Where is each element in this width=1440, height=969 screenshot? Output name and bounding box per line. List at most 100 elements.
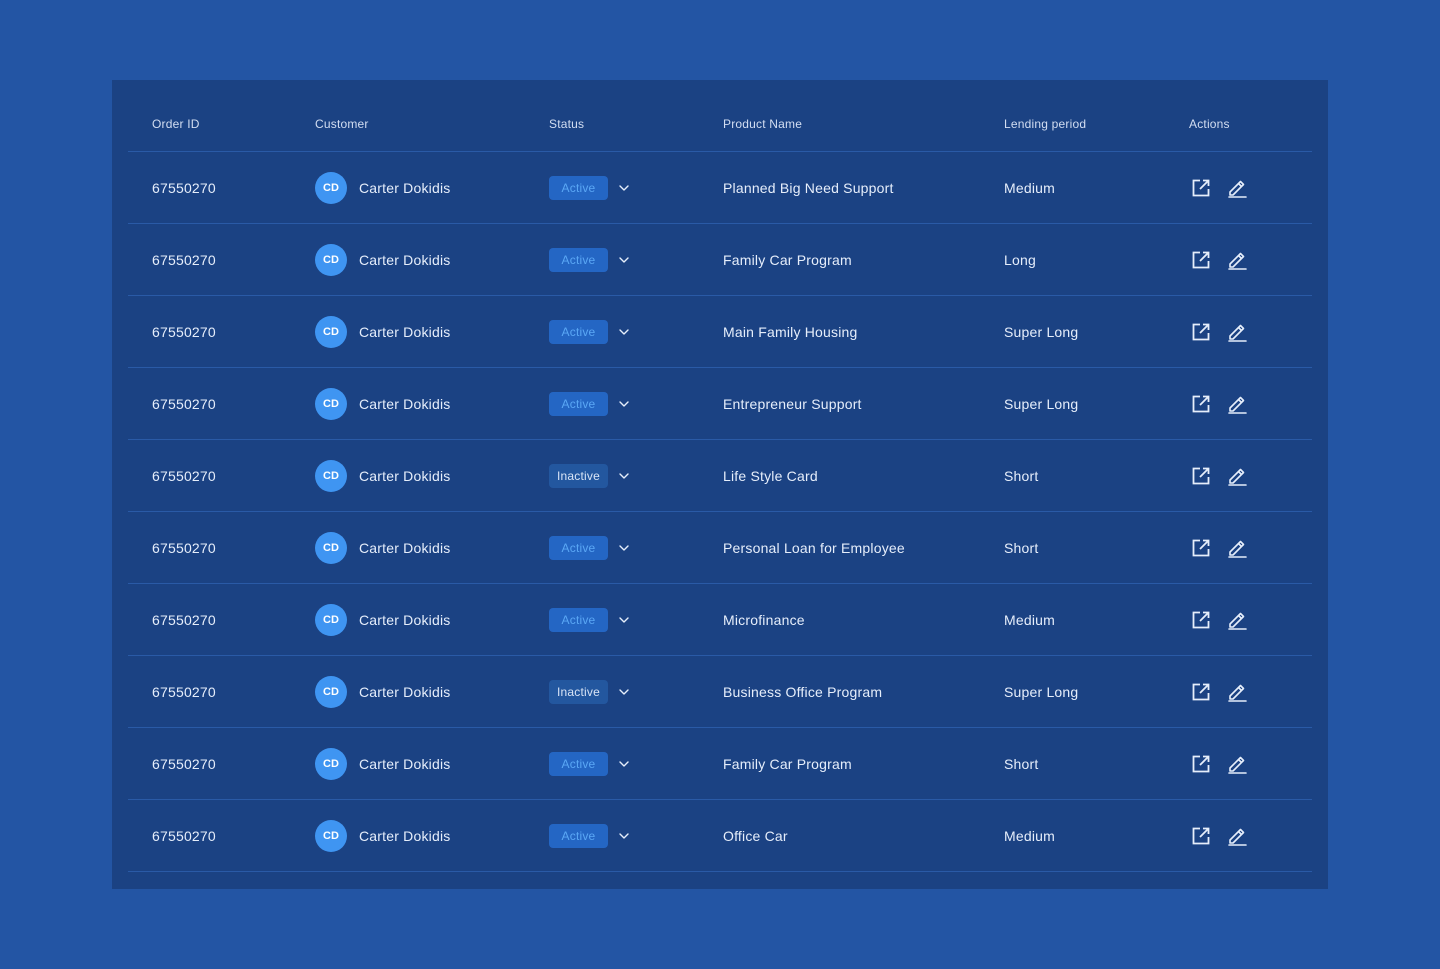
status-cell: Active	[549, 728, 630, 799]
chevron-down-icon[interactable]	[618, 398, 630, 410]
avatar: CD	[315, 459, 347, 492]
lending-period-cell: Medium	[1004, 827, 1055, 844]
customer-cell: CD Carter Dokidis	[315, 728, 451, 799]
orders-table-card: Order ID Customer Status Product Name Le…	[112, 80, 1328, 889]
status-cell: Active	[549, 368, 630, 439]
pencil-icon[interactable]	[1225, 608, 1249, 632]
pencil-icon[interactable]	[1225, 176, 1249, 200]
table-header-row: Order ID Customer Status Product Name Le…	[128, 80, 1312, 152]
avatar: CD	[315, 747, 347, 780]
product-name-cell: Office Car	[723, 827, 788, 844]
order-id-cell: 67550270	[152, 539, 216, 556]
avatar: CD	[315, 675, 347, 708]
external-link-icon[interactable]	[1189, 392, 1213, 416]
customer-cell: CD Carter Dokidis	[315, 224, 451, 295]
product-name-cell: Main Family Housing	[723, 323, 858, 340]
actions-cell	[1189, 296, 1249, 367]
pencil-icon[interactable]	[1225, 752, 1249, 776]
pencil-icon[interactable]	[1225, 536, 1249, 560]
customer-name: Carter Dokidis	[359, 179, 451, 196]
pencil-icon[interactable]	[1225, 464, 1249, 488]
header-order-id: Order ID	[152, 116, 200, 131]
order-id-cell: 67550270	[152, 827, 216, 844]
customer-name: Carter Dokidis	[359, 755, 451, 772]
chevron-down-icon[interactable]	[618, 182, 630, 194]
external-link-icon[interactable]	[1189, 752, 1213, 776]
customer-name: Carter Dokidis	[359, 467, 451, 484]
pencil-icon[interactable]	[1225, 320, 1249, 344]
table-row: 67550270 CD Carter Dokidis Active Family…	[128, 224, 1312, 296]
product-name-cell: Entrepreneur Support	[723, 395, 862, 412]
order-id-cell: 67550270	[152, 755, 216, 772]
order-id-cell: 67550270	[152, 323, 216, 340]
order-id-cell: 67550270	[152, 395, 216, 412]
actions-cell	[1189, 368, 1249, 439]
status-badge: Active	[549, 319, 608, 344]
customer-name: Carter Dokidis	[359, 539, 451, 556]
customer-name: Carter Dokidis	[359, 827, 451, 844]
chevron-down-icon[interactable]	[618, 614, 630, 626]
status-cell: Active	[549, 584, 630, 655]
chevron-down-icon[interactable]	[618, 686, 630, 698]
product-name-cell: Business Office Program	[723, 683, 883, 700]
avatar: CD	[315, 603, 347, 636]
table-body: 67550270 CD Carter Dokidis Active Planne…	[128, 152, 1312, 872]
pencil-icon[interactable]	[1225, 824, 1249, 848]
orders-table: Order ID Customer Status Product Name Le…	[128, 80, 1312, 872]
avatar: CD	[315, 531, 347, 564]
customer-name: Carter Dokidis	[359, 395, 451, 412]
lending-period-cell: Medium	[1004, 179, 1055, 196]
customer-cell: CD Carter Dokidis	[315, 296, 451, 367]
chevron-down-icon[interactable]	[618, 542, 630, 554]
external-link-icon[interactable]	[1189, 536, 1213, 560]
pencil-icon[interactable]	[1225, 392, 1249, 416]
avatar: CD	[315, 315, 347, 348]
pencil-icon[interactable]	[1225, 248, 1249, 272]
status-cell: Active	[549, 800, 630, 871]
customer-cell: CD Carter Dokidis	[315, 368, 451, 439]
customer-name: Carter Dokidis	[359, 251, 451, 268]
external-link-icon[interactable]	[1189, 680, 1213, 704]
actions-cell	[1189, 584, 1249, 655]
external-link-icon[interactable]	[1189, 320, 1213, 344]
lending-period-cell: Super Long	[1004, 395, 1079, 412]
table-row: 67550270 CD Carter Dokidis Active Office…	[128, 800, 1312, 872]
customer-cell: CD Carter Dokidis	[315, 584, 451, 655]
table-row: 67550270 CD Carter Dokidis Active Microf…	[128, 584, 1312, 656]
product-name-cell: Family Car Program	[723, 251, 852, 268]
table-row: 67550270 CD Carter Dokidis Active Person…	[128, 512, 1312, 584]
pencil-icon[interactable]	[1225, 680, 1249, 704]
external-link-icon[interactable]	[1189, 176, 1213, 200]
external-link-icon[interactable]	[1189, 824, 1213, 848]
table-row: 67550270 CD Carter Dokidis Active Entrep…	[128, 368, 1312, 440]
status-badge: Active	[549, 751, 608, 776]
status-cell: Inactive	[549, 656, 630, 727]
header-actions: Actions	[1189, 116, 1230, 131]
header-status: Status	[549, 116, 585, 131]
chevron-down-icon[interactable]	[618, 470, 630, 482]
customer-cell: CD Carter Dokidis	[315, 800, 451, 871]
product-name-cell: Planned Big Need Support	[723, 179, 894, 196]
status-badge: Inactive	[549, 463, 608, 488]
external-link-icon[interactable]	[1189, 608, 1213, 632]
header-customer: Customer	[315, 116, 369, 131]
chevron-down-icon[interactable]	[618, 758, 630, 770]
lending-period-cell: Super Long	[1004, 323, 1079, 340]
external-link-icon[interactable]	[1189, 464, 1213, 488]
chevron-down-icon[interactable]	[618, 326, 630, 338]
actions-cell	[1189, 152, 1249, 223]
table-row: 67550270 CD Carter Dokidis Inactive Life…	[128, 440, 1312, 512]
status-cell: Active	[549, 512, 630, 583]
table-row: 67550270 CD Carter Dokidis Active Main F…	[128, 296, 1312, 368]
chevron-down-icon[interactable]	[618, 254, 630, 266]
avatar: CD	[315, 819, 347, 852]
avatar: CD	[315, 243, 347, 276]
actions-cell	[1189, 800, 1249, 871]
external-link-icon[interactable]	[1189, 248, 1213, 272]
actions-cell	[1189, 656, 1249, 727]
customer-cell: CD Carter Dokidis	[315, 512, 451, 583]
status-cell: Active	[549, 296, 630, 367]
product-name-cell: Personal Loan for Employee	[723, 539, 905, 556]
status-cell: Inactive	[549, 440, 630, 511]
chevron-down-icon[interactable]	[618, 830, 630, 842]
